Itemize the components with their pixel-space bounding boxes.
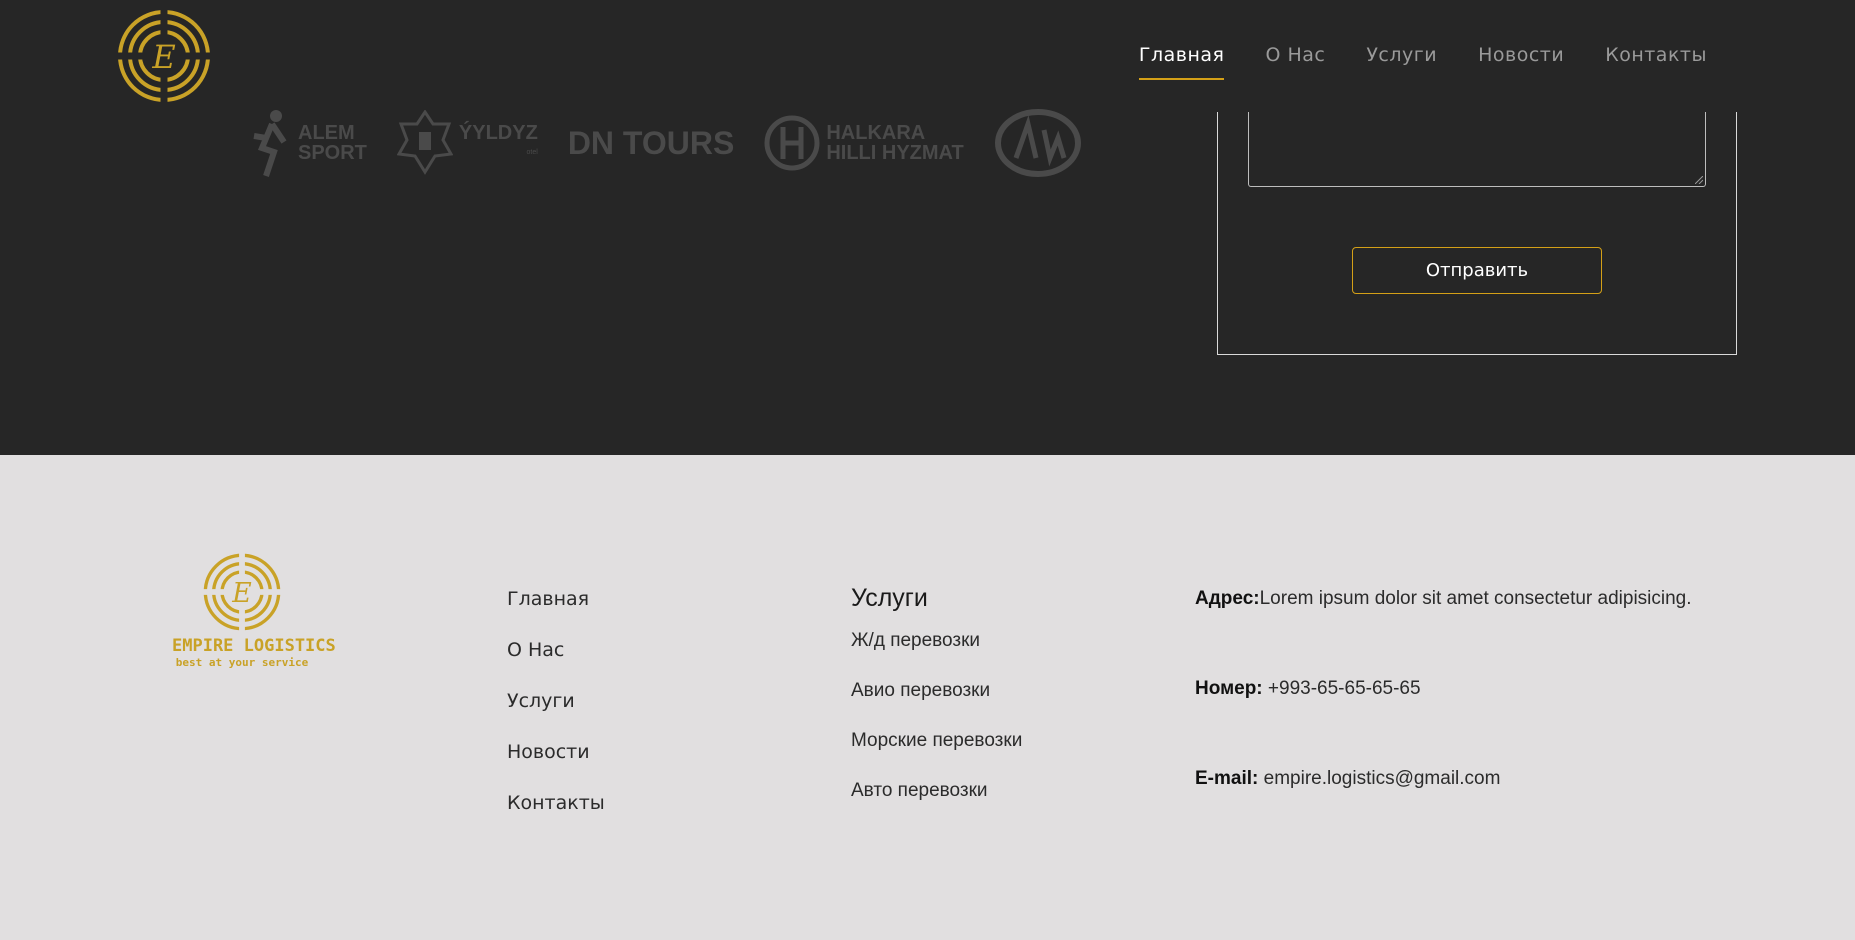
- partner-logo-yyldyz: ÝYLDYZ otel: [396, 110, 538, 176]
- message-textarea[interactable]: [1248, 112, 1706, 187]
- nav-item-services[interactable]: Услуги: [1366, 44, 1437, 80]
- phone-value[interactable]: +993-65-65-65-65: [1268, 678, 1421, 699]
- partner-logo-halkara: HALKARA HILLI HYZMAT: [764, 115, 964, 171]
- services-heading: Услуги: [851, 584, 928, 612]
- footer-link-about[interactable]: О Нас: [507, 639, 605, 690]
- runner-icon: [253, 110, 287, 177]
- footer-link-news[interactable]: Новости: [507, 741, 605, 792]
- partner-logo-aw: [994, 108, 1082, 178]
- partner-logo-dn-tours: DN TOURS: [567, 125, 735, 161]
- site-logo[interactable]: E: [116, 8, 212, 104]
- svg-text:E: E: [151, 38, 175, 76]
- star-emblem-icon: [396, 110, 453, 175]
- address-row: Адрес:Lorem ipsum dolor sit amet consect…: [1195, 588, 1692, 678]
- service-link-sea[interactable]: Морские перевозки: [851, 730, 1022, 780]
- hh-emblem-icon: [764, 115, 820, 171]
- main-nav: Главная О Нас Услуги Новости Контакты: [1138, 44, 1707, 80]
- brand-name: EMPIRE LOGISTICS: [172, 636, 336, 656]
- phone-label: Номер:: [1195, 678, 1263, 699]
- nav-item-news[interactable]: Новости: [1478, 44, 1564, 80]
- address-value: Lorem ipsum dolor sit amet consectetur a…: [1259, 588, 1692, 609]
- footer-link-home[interactable]: Главная: [507, 588, 605, 639]
- address-label: Адрес:: [1195, 588, 1260, 609]
- email-value[interactable]: empire.logistics@gmail.com: [1264, 768, 1501, 789]
- footer-nav: Главная О Нас Услуги Новости Контакты: [507, 588, 605, 843]
- nav-item-contacts[interactable]: Контакты: [1605, 44, 1707, 80]
- footer-logo[interactable]: E EMPIRE LOGISTICS best at your service: [172, 552, 336, 684]
- resize-handle-icon[interactable]: [1695, 176, 1703, 184]
- service-link-rail[interactable]: Ж/д перевозки: [851, 630, 1022, 680]
- brand-tagline: best at your service: [175, 656, 309, 669]
- footer-link-services[interactable]: Услуги: [507, 690, 605, 741]
- email-row: E-mail: empire.logistics@gmail.com: [1195, 768, 1692, 858]
- partner-logo-alem-sport: ALEM SPORT: [252, 108, 367, 178]
- service-link-auto[interactable]: Авто перевозки: [851, 780, 1022, 830]
- footer-contacts: Адрес:Lorem ipsum dolor sit amet consect…: [1195, 588, 1692, 858]
- footer-link-contacts[interactable]: Контакты: [507, 792, 605, 843]
- aw-emblem-icon: [994, 109, 1081, 177]
- nav-item-home[interactable]: Главная: [1138, 44, 1225, 80]
- email-label: E-mail:: [1195, 768, 1259, 789]
- svg-text:E: E: [231, 578, 252, 609]
- empire-logo-icon: E: [202, 552, 282, 632]
- partner-logos: ALEM SPORT ÝYLDYZ otel DN TOURS HALKARA HIL…: [252, 108, 1082, 178]
- nav-item-about[interactable]: О Нас: [1265, 44, 1325, 80]
- phone-row: Номер: +993-65-65-65-65: [1195, 678, 1692, 768]
- service-link-air[interactable]: Авио перевозки: [851, 680, 1022, 730]
- footer-services: Услуги Ж/д перевозки Авио перевозки Морс…: [851, 584, 1022, 830]
- submit-button[interactable]: Отправить: [1352, 247, 1602, 294]
